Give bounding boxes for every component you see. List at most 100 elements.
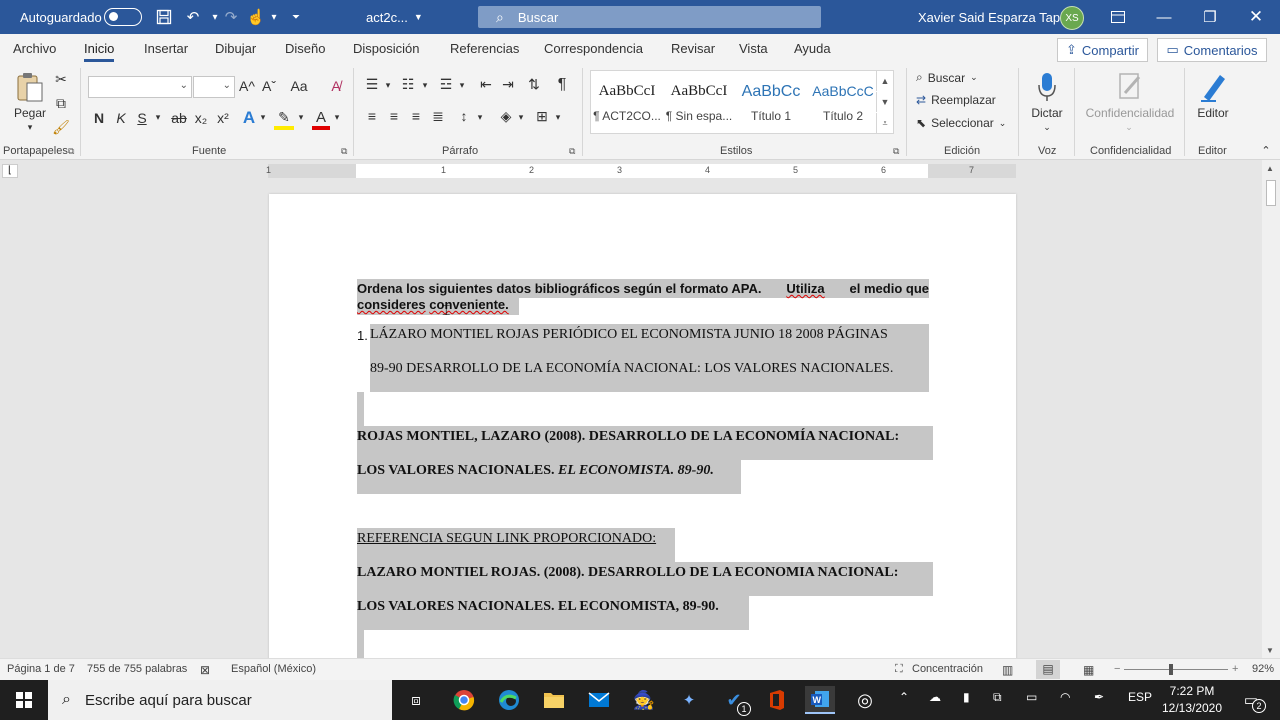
numbering-dropdown-icon[interactable]: ▾ — [420, 80, 430, 91]
tab-vista[interactable]: Vista — [739, 41, 768, 56]
wifi-icon[interactable]: ◠ — [1060, 690, 1070, 704]
numbering-icon[interactable]: ☷ — [398, 76, 418, 93]
borders-dropdown-icon[interactable]: ▾ — [553, 112, 563, 123]
font-color-dropdown-icon[interactable]: ▾ — [332, 112, 342, 123]
font-launcher-icon[interactable]: ⧉ — [341, 146, 347, 157]
sensitivity-icon[interactable] — [1116, 70, 1144, 102]
web-layout-icon[interactable]: ▦ — [1083, 663, 1094, 677]
restore-icon[interactable]: ❐ — [1187, 0, 1233, 34]
select-button[interactable]: ⬉ Seleccionar ⌄ — [916, 116, 1006, 130]
pen-icon[interactable]: ✒ — [1094, 690, 1104, 704]
tab-selector-icon[interactable]: ⌊ — [2, 164, 18, 178]
focus-label[interactable]: Concentración — [912, 663, 983, 675]
file-explorer-icon[interactable] — [539, 686, 569, 714]
clock[interactable]: 7:22 PM 12/13/2020 — [1158, 683, 1226, 717]
zoom-slider-track[interactable] — [1124, 669, 1228, 670]
paste-icon[interactable] — [14, 70, 46, 104]
customize-toolbar-icon[interactable]: ⏷ — [284, 0, 308, 34]
show-formatting-icon[interactable]: ¶ — [552, 76, 572, 94]
replace-button[interactable]: ⇄ Reemplazar — [916, 93, 996, 107]
justify-icon[interactable]: ≣ — [428, 108, 448, 125]
avatar[interactable]: XS — [1060, 6, 1084, 30]
clipboard-launcher-icon[interactable]: ⧉ — [68, 146, 74, 157]
decrease-indent-icon[interactable]: ⇤ — [476, 76, 496, 93]
tray-expand-icon[interactable]: ⌃ — [899, 690, 909, 704]
proofing-icon[interactable]: ⊠ — [200, 663, 210, 677]
input-language[interactable]: ESP — [1128, 690, 1152, 704]
vertical-scrollbar[interactable]: ▲ ▼ — [1262, 160, 1280, 658]
network-app-icon[interactable]: ✦ — [674, 686, 704, 714]
dictate-label[interactable]: Dictar — [1022, 106, 1072, 120]
clear-format-icon[interactable]: A̸ — [326, 78, 346, 94]
battery-icon[interactable]: ▭ — [1026, 690, 1037, 704]
underline-dropdown-icon[interactable]: ▾ — [152, 112, 164, 123]
zoom-out-icon[interactable]: − — [1114, 663, 1120, 675]
game-app-icon[interactable]: 🧙 — [629, 686, 659, 714]
bullets-dropdown-icon[interactable]: ▾ — [383, 80, 393, 91]
change-case-icon[interactable]: Aa — [285, 78, 313, 94]
scroll-thumb[interactable] — [1266, 180, 1276, 206]
chrome-icon[interactable] — [449, 686, 479, 714]
search-box[interactable]: ⌕ Buscar — [478, 6, 821, 28]
user-name[interactable]: Xavier Said Esparza Tapia — [918, 0, 1070, 34]
line-spacing-dropdown-icon[interactable]: ▾ — [475, 112, 485, 123]
onedrive-icon[interactable]: ☁ — [929, 690, 941, 704]
bold-icon[interactable]: N — [90, 110, 108, 126]
zoom-slider-thumb[interactable] — [1169, 664, 1174, 675]
sensitivity-label[interactable]: Confidencialidad — [1082, 106, 1178, 120]
sort-icon[interactable]: ⇅ — [524, 76, 544, 93]
strikethrough-icon[interactable]: ab — [168, 110, 190, 126]
word-count[interactable]: 755 de 755 palabras — [87, 663, 187, 675]
screen-icon[interactable]: ⧉ — [993, 690, 1002, 705]
style-sin-espaciado[interactable]: AaBbCcI ¶ Sin espa... — [663, 71, 735, 133]
microphone-icon[interactable] — [1034, 70, 1060, 104]
task-view-icon[interactable]: ⧈ — [401, 686, 431, 714]
focus-icon[interactable]: ⛶ — [895, 663, 903, 676]
read-mode-icon[interactable]: ▥ — [1002, 663, 1013, 677]
tab-disposicion[interactable]: Disposición — [353, 41, 419, 56]
tab-inicio[interactable]: Inicio — [84, 41, 115, 62]
font-name-select[interactable]: ⌄ — [88, 76, 192, 98]
start-button[interactable] — [0, 680, 48, 720]
page-count[interactable]: Página 1 de 7 — [7, 663, 75, 675]
tab-referencias[interactable]: Referencias — [450, 41, 519, 56]
close-icon[interactable]: ✕ — [1233, 0, 1279, 34]
styles-scroll-up-icon[interactable]: ▲ — [876, 71, 893, 91]
notifications-icon[interactable]: ▭ 2 — [1236, 686, 1266, 714]
superscript-icon[interactable]: x² — [214, 110, 232, 126]
increase-indent-icon[interactable]: ⇥ — [498, 76, 518, 93]
tab-dibujar[interactable]: Dibujar — [215, 41, 256, 56]
paragraph-launcher-icon[interactable]: ⧉ — [569, 146, 575, 157]
tab-insertar[interactable]: Insertar — [144, 41, 188, 56]
text-effects-icon[interactable]: A — [240, 108, 258, 128]
print-layout-icon[interactable]: ▤ — [1036, 660, 1060, 679]
find-button[interactable]: ⌕ Buscar ⌄ — [916, 70, 978, 85]
font-color-icon[interactable]: A — [312, 108, 330, 130]
paste-label[interactable]: Pegar — [10, 106, 50, 120]
styles-scroll-down-icon[interactable]: ▼ — [876, 92, 893, 112]
editor-icon[interactable] — [1198, 70, 1228, 104]
mail-icon[interactable] — [584, 686, 614, 714]
collapse-ribbon-icon[interactable]: ⌃ — [1259, 144, 1273, 157]
editor-label[interactable]: Editor — [1190, 106, 1236, 120]
style-titulo-1[interactable]: AaBbCc Título 1 — [735, 71, 807, 133]
usb-icon[interactable]: ▮ — [963, 690, 970, 704]
tab-archivo[interactable]: Archivo — [13, 41, 56, 56]
edge-icon[interactable] — [494, 686, 524, 714]
shading-icon[interactable]: ◈ — [496, 108, 516, 125]
ribbon-display-icon[interactable] — [1095, 0, 1141, 34]
horizontal-ruler[interactable]: 1 1 2 3 4 5 6 7 — [266, 164, 1016, 178]
sensitivity-dropdown-icon[interactable]: ⌄ — [1122, 122, 1136, 133]
align-center-icon[interactable]: ≡ — [384, 108, 404, 124]
language-status[interactable]: Español (México) — [231, 663, 316, 675]
tab-diseno[interactable]: Diseño — [285, 41, 325, 56]
bullets-icon[interactable]: ☰ — [362, 76, 382, 93]
shrink-font-icon[interactable]: Aˇ — [260, 78, 278, 94]
paste-dropdown-icon[interactable]: ▾ — [22, 122, 38, 133]
multilevel-dropdown-icon[interactable]: ▾ — [457, 80, 467, 91]
document-page[interactable]: Ordena los siguientes datos bibliográfic… — [269, 194, 1016, 658]
format-painter-icon[interactable]: 🖌 — [52, 118, 70, 136]
italic-icon[interactable]: K — [112, 110, 130, 126]
styles-launcher-icon[interactable]: ⧉ — [893, 146, 899, 157]
redo-icon[interactable]: ↷ — [219, 0, 243, 34]
